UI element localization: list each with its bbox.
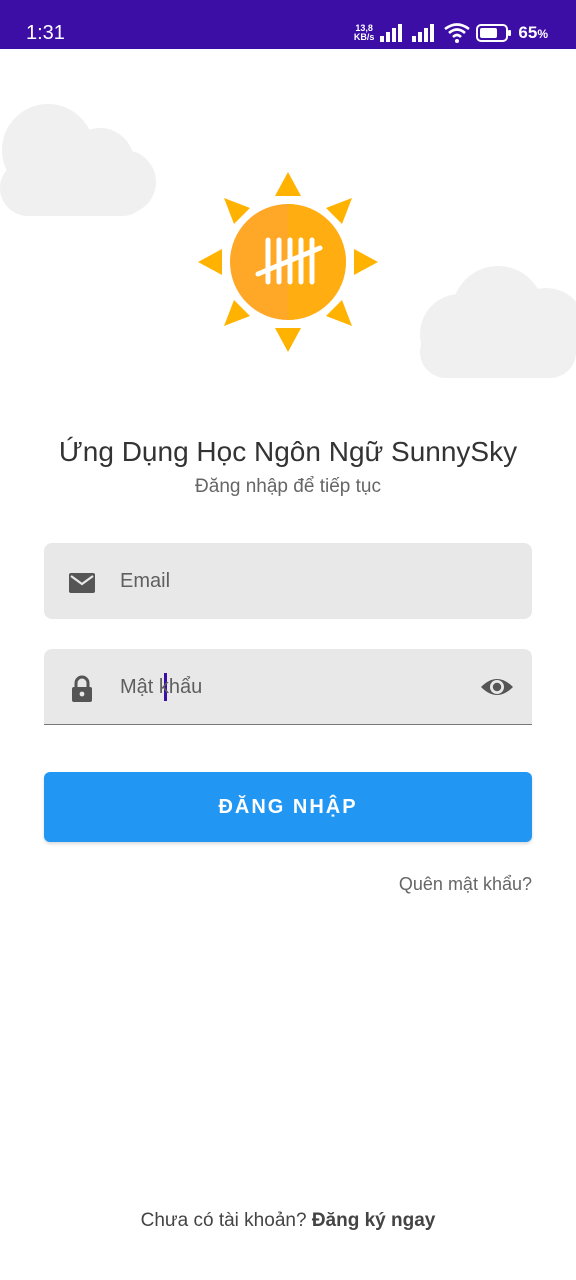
wifi-icon [444, 23, 471, 43]
email-field[interactable] [44, 543, 532, 619]
password-input[interactable] [120, 649, 460, 725]
forgot-password-link[interactable]: Quên mật khẩu? [399, 874, 532, 895]
signal-1-icon [380, 24, 403, 42]
eye-icon[interactable] [480, 673, 514, 701]
status-icons: 13,8 KB/s 65% [354, 20, 548, 46]
battery-percent-sign: % [537, 27, 548, 41]
lock-icon [72, 675, 92, 702]
app-title: Ứng Dụng Học Ngôn Ngữ SunnySky [58, 436, 518, 467]
status-time: 1:31 [26, 22, 65, 44]
signup-prompt: Chưa có tài khoản? [140, 1210, 312, 1231]
signup-link[interactable]: Đăng ký ngay [312, 1210, 436, 1231]
login-button[interactable]: ĐĂNG NHẬP [44, 772, 532, 842]
email-input[interactable] [120, 543, 460, 619]
battery-icon [476, 24, 512, 42]
password-field[interactable] [44, 649, 532, 725]
net-speed: 13,8 KB/s [354, 24, 375, 42]
email-icon [69, 573, 95, 593]
cloud-right-icon [420, 266, 576, 378]
signup-row: Chưa có tài khoản? Đăng ký ngay [0, 1210, 576, 1232]
login-screen: 1:31 13,8 KB/s 65% Ứng Dụng Học Ngôn Ngữ… [0, 0, 576, 1280]
cloud-left-icon [0, 104, 156, 216]
battery-percent-value: 65 [518, 23, 538, 42]
app-subtitle: Đăng nhập để tiếp tục [195, 476, 381, 497]
status-bar: 1:31 13,8 KB/s 65% [0, 0, 576, 49]
signal-2-icon [412, 24, 435, 42]
battery-percent: 65% [518, 23, 548, 43]
sun-logo-icon [198, 172, 378, 352]
net-speed-unit: KB/s [353, 32, 375, 42]
